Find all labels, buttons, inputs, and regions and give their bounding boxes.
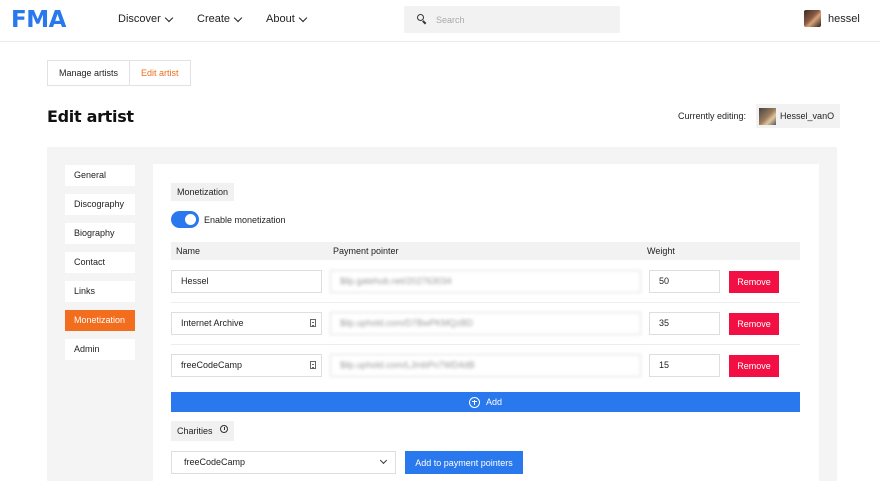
avatar (804, 10, 821, 27)
document-icon (310, 319, 316, 327)
breadcrumb-manage-artists[interactable]: Manage artists (48, 61, 129, 85)
top-navbar: FMA Discover Create About hessel (0, 0, 880, 42)
recipient-name-field[interactable]: Hessel (171, 270, 322, 293)
edit-panel: General Discography Biography Contact Li… (47, 147, 837, 481)
charities-label-text: Charities (177, 426, 213, 436)
user-menu[interactable]: hessel (804, 10, 860, 27)
chevron-down-icon (164, 13, 174, 22)
user-name: hessel (828, 12, 860, 25)
chevron-down-icon (298, 13, 307, 22)
payment-pointer-field[interactable]: $ilp.uphold.com/D7BwPKMQzBD (330, 312, 641, 335)
sidebar-item-admin[interactable]: Admin (65, 339, 135, 360)
breadcrumb: Manage artists Edit artist (47, 60, 191, 86)
plus-circle-icon (468, 396, 480, 408)
breadcrumb-edit-artist[interactable]: Edit artist (129, 61, 190, 85)
row-divider (171, 302, 800, 303)
chevron-down-icon (233, 13, 243, 22)
nav-create-label: Create (197, 13, 231, 25)
document-icon (310, 361, 316, 369)
nav-about[interactable]: About (266, 13, 307, 25)
column-header-weight: Weight (647, 246, 675, 256)
column-header-pointer: Payment pointer (333, 246, 399, 256)
add-payment-pointer-button[interactable]: Add (171, 392, 800, 412)
recipient-name-field[interactable]: Internet Archive (171, 312, 322, 335)
payment-pointer-field[interactable]: $ilp.gatehub.net/202763034 (330, 270, 641, 293)
enable-monetization-label: Enable monetization (204, 215, 286, 225)
info-icon[interactable] (220, 425, 229, 433)
weight-field[interactable]: 15 (649, 354, 720, 377)
recipient-name-field[interactable]: freeCodeCamp (171, 354, 322, 377)
remove-button[interactable]: Remove (729, 313, 779, 335)
nav-about-label: About (266, 13, 295, 25)
page-title: Edit artist (47, 107, 134, 126)
editing-artist-name: Hessel_vanO (780, 111, 835, 121)
weight-field[interactable]: 35 (649, 312, 720, 335)
sidebar-item-general[interactable]: General (65, 165, 135, 186)
sidebar-item-contact[interactable]: Contact (65, 252, 135, 273)
sidebar-item-discography[interactable]: Discography (65, 194, 135, 215)
editing-artist-chip[interactable]: Hessel_vanO (756, 104, 841, 128)
weight-field[interactable]: 50 (649, 270, 720, 293)
nav-create[interactable]: Create (197, 13, 243, 25)
row-divider (171, 344, 800, 345)
search-icon (417, 14, 424, 21)
column-header-name: Name (176, 246, 201, 256)
nav-discover-label: Discover (118, 13, 161, 25)
remove-button[interactable]: Remove (729, 271, 779, 293)
charity-select[interactable]: freeCodeCamp (171, 451, 396, 474)
currently-editing-label: Currently editing: (678, 111, 747, 121)
add-to-payment-pointers-button[interactable]: Add to payment pointers (405, 451, 523, 474)
payment-pointer-field[interactable]: $ilp.uphold.com/LJmbPn7WD4dB (330, 354, 641, 377)
artist-avatar (759, 107, 777, 125)
remove-button[interactable]: Remove (729, 355, 779, 377)
sidebar-item-links[interactable]: Links (65, 281, 135, 302)
enable-monetization-toggle[interactable] (171, 211, 199, 228)
search-box (404, 6, 620, 33)
table-header: Name Payment pointer Weight (171, 242, 800, 260)
recipient-name-text: freeCodeCamp (181, 360, 243, 370)
section-label-monetization: Monetization (171, 183, 235, 201)
charity-select-value: freeCodeCamp (184, 457, 246, 467)
sidebar-item-monetization[interactable]: Monetization (65, 310, 135, 331)
monetization-content: Monetization Enable monetization Name Pa… (153, 164, 819, 481)
add-button-label: Add (485, 397, 502, 407)
chevron-down-icon (379, 456, 388, 465)
recipient-name-text: Internet Archive (181, 318, 244, 328)
nav-discover[interactable]: Discover (118, 13, 174, 25)
search-input[interactable] (436, 10, 616, 29)
currently-editing: Currently editing: Hessel_vanO (678, 104, 841, 128)
charities-label: Charities (171, 421, 235, 441)
sidebar-item-biography[interactable]: Biography (65, 223, 135, 244)
fma-logo[interactable]: FMA (11, 7, 66, 33)
